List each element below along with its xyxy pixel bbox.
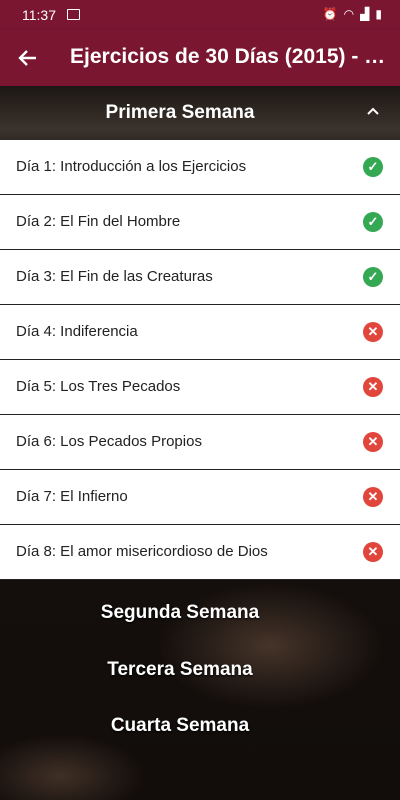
section-header-primera-semana[interactable]: Primera Semana — [0, 86, 400, 140]
list-item[interactable]: Día 5: Los Tres Pecados ✕ — [0, 360, 400, 415]
day-label: Día 6: Los Pecados Propios — [16, 433, 202, 450]
list-item[interactable]: Día 1: Introducción a los Ejercicios ✓ — [0, 140, 400, 195]
day-label: Día 1: Introducción a los Ejercicios — [16, 158, 247, 175]
day-label: Día 2: El Fin del Hombre — [16, 213, 181, 230]
battery-icon: ▮ — [375, 7, 382, 21]
status-bar: 11:37 ⏰ ◠ ▟ ▮ — [0, 0, 400, 30]
day-list: Día 1: Introducción a los Ejercicios ✓ Día… — [0, 140, 400, 580]
status-time: 11:37 — [22, 7, 56, 23]
section-title: Primera Semana — [105, 102, 255, 123]
check-circle-icon: ✓ — [363, 267, 383, 287]
x-circle-icon: ✕ — [363, 322, 383, 342]
list-item[interactable]: Día 8: El amor misericordioso de Dios ✕ — [0, 525, 400, 580]
day-label: Día 8: El amor misericordioso de Dios — [16, 543, 268, 560]
image-notification-icon — [67, 9, 80, 20]
check-circle-icon: ✓ — [363, 212, 383, 232]
list-item[interactable]: Día 4: Indiferencia ✕ — [0, 305, 400, 360]
week-segunda[interactable]: Segunda Semana — [0, 602, 360, 624]
x-circle-icon: ✕ — [363, 487, 383, 507]
week-tercera[interactable]: Tercera Semana — [0, 659, 360, 681]
x-circle-icon: ✕ — [363, 432, 383, 452]
back-arrow-icon[interactable] — [16, 44, 40, 72]
list-item[interactable]: Día 7: El Infierno ✕ — [0, 470, 400, 525]
list-item[interactable]: Día 2: El Fin del Hombre ✓ — [0, 195, 400, 250]
wifi-icon: ◠ — [343, 7, 355, 21]
day-label: Día 7: El Infierno — [16, 488, 128, 505]
x-circle-icon: ✕ — [363, 542, 383, 562]
list-item[interactable]: Día 6: Los Pecados Propios ✕ — [0, 415, 400, 470]
app-bar: Ejercicios de 30 Días (2015) - P... — [0, 30, 400, 86]
check-circle-icon: ✓ — [363, 157, 383, 177]
x-circle-icon: ✕ — [363, 377, 383, 397]
day-label: Día 3: El Fin de las Creaturas — [16, 268, 213, 285]
week-cuarta[interactable]: Cuarta Semana — [0, 715, 360, 737]
chevron-up-icon[interactable] — [366, 104, 380, 118]
signal-icon: ▟ — [360, 7, 370, 21]
list-item[interactable]: Día 3: El Fin de las Creaturas ✓ — [0, 250, 400, 305]
day-label: Día 4: Indiferencia — [16, 323, 138, 340]
status-icons: ⏰ ◠ ▟ ▮ — [323, 7, 382, 21]
day-label: Día 5: Los Tres Pecados — [16, 378, 181, 395]
page-title: Ejercicios de 30 Días (2015) - P... — [70, 45, 388, 68]
alarm-icon: ⏰ — [322, 7, 338, 21]
